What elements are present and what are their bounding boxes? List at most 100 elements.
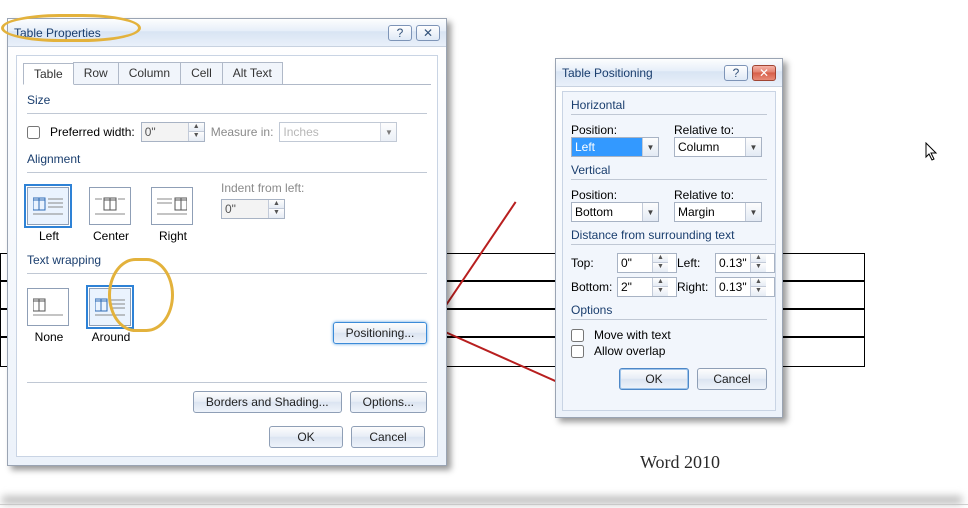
h-relative-value[interactable] <box>675 138 745 156</box>
spin-down-icon[interactable]: ▼ <box>269 209 284 218</box>
options-group-label: Options <box>571 303 767 317</box>
spin-down-icon[interactable]: ▼ <box>653 287 668 296</box>
chevron-down-icon[interactable]: ▼ <box>745 138 761 156</box>
caption: Word 2010 <box>640 452 720 473</box>
tab-row[interactable]: Row <box>73 62 119 84</box>
dialog-title: Table Positioning <box>562 66 720 80</box>
h-relative-label: Relative to: <box>674 123 767 137</box>
spin-up-icon[interactable]: ▲ <box>653 278 668 287</box>
horizontal-group-label: Horizontal <box>571 98 767 112</box>
tab-cell[interactable]: Cell <box>180 62 223 84</box>
titlebar[interactable]: Table Positioning ? ✕ <box>556 59 782 87</box>
dist-right-spinner[interactable]: ▲▼ <box>715 277 775 297</box>
alignment-left[interactable]: Left <box>27 187 71 243</box>
page-shadow <box>2 496 962 504</box>
spin-up-icon[interactable]: ▲ <box>653 254 668 263</box>
distance-group-label: Distance from surrounding text <box>571 228 767 242</box>
h-position-value[interactable] <box>572 138 642 156</box>
v-position-label: Position: <box>571 188 664 202</box>
alignment-group-label: Alignment <box>27 152 427 166</box>
dist-left-input[interactable] <box>716 254 750 272</box>
chevron-down-icon[interactable]: ▼ <box>642 138 658 156</box>
chevron-down-icon[interactable]: ▼ <box>745 203 761 221</box>
dialog-title: Table Properties <box>14 26 384 40</box>
alignment-right-label: Right <box>151 229 195 243</box>
dist-top-spinner[interactable]: ▲▼ <box>617 253 677 273</box>
alignment-left-label: Left <box>27 229 71 243</box>
text-wrapping-group: None Around Positioning... <box>27 273 427 344</box>
v-relative-label: Relative to: <box>674 188 767 202</box>
help-button[interactable]: ? <box>388 25 412 41</box>
wrap-none-label: None <box>27 330 71 344</box>
size-group-label: Size <box>27 93 427 107</box>
table-positioning-dialog: Table Positioning ? ✕ Horizontal Positio… <box>555 58 783 418</box>
spin-up-icon[interactable]: ▲ <box>751 254 766 263</box>
measure-in-value[interactable] <box>280 123 380 141</box>
alignment-center[interactable]: Center <box>89 187 133 243</box>
vertical-group: Position: ▼ Relative to: ▼ <box>571 179 767 222</box>
chevron-down-icon[interactable]: ▼ <box>642 203 658 221</box>
text-wrapping-group-label: Text wrapping <box>27 253 427 267</box>
dist-top-input[interactable] <box>618 254 652 272</box>
alignment-right[interactable]: Right <box>151 187 195 243</box>
preferred-width-label: Preferred width: <box>50 125 135 139</box>
v-relative-combo[interactable]: ▼ <box>674 202 762 222</box>
cancel-button[interactable]: Cancel <box>351 426 425 448</box>
preferred-width-checkbox[interactable] <box>27 126 40 139</box>
close-button[interactable]: ✕ <box>416 25 440 41</box>
borders-shading-button[interactable]: Borders and Shading... <box>193 391 342 413</box>
alignment-group: Left Center Right Indent from left: <box>27 172 427 243</box>
dist-top-label: Top: <box>571 256 617 270</box>
close-button[interactable]: ✕ <box>752 65 776 81</box>
dist-bottom-input[interactable] <box>618 278 652 296</box>
allow-overlap-checkbox[interactable] <box>571 345 584 358</box>
h-position-combo[interactable]: ▼ <box>571 137 659 157</box>
options-button[interactable]: Options... <box>350 391 427 413</box>
spin-down-icon[interactable]: ▼ <box>751 287 766 296</box>
chevron-down-icon[interactable]: ▼ <box>380 123 396 141</box>
preferred-width-spinner[interactable]: ▲▼ <box>141 122 205 142</box>
tab-table[interactable]: Table <box>23 63 74 85</box>
cancel-button[interactable]: Cancel <box>697 368 767 390</box>
indent-from-left-label: Indent from left: <box>221 181 304 195</box>
positioning-button[interactable]: Positioning... <box>333 322 427 344</box>
tab-column[interactable]: Column <box>118 62 181 84</box>
indent-from-left-spinner[interactable]: ▲▼ <box>221 199 285 219</box>
table-properties-dialog: Table Properties ? ✕ Table Row Column Ce… <box>7 18 447 466</box>
h-position-label: Position: <box>571 123 664 137</box>
horizontal-group: Position: ▼ Relative to: ▼ <box>571 114 767 157</box>
wrap-around-label: Around <box>89 330 133 344</box>
measure-in-label: Measure in: <box>211 125 274 139</box>
spin-up-icon[interactable]: ▲ <box>269 200 284 209</box>
v-position-value[interactable] <box>572 203 642 221</box>
wrap-none[interactable]: None <box>27 288 71 344</box>
vertical-group-label: Vertical <box>571 163 767 177</box>
spin-down-icon[interactable]: ▼ <box>189 132 204 141</box>
preferred-width-input[interactable] <box>142 123 188 141</box>
titlebar[interactable]: Table Properties ? ✕ <box>8 19 446 47</box>
tab-alt-text[interactable]: Alt Text <box>222 62 283 84</box>
v-relative-value[interactable] <box>675 203 745 221</box>
allow-overlap-label: Allow overlap <box>594 344 665 358</box>
tabstrip: Table Row Column Cell Alt Text <box>23 62 431 85</box>
help-button[interactable]: ? <box>724 65 748 81</box>
spin-down-icon[interactable]: ▼ <box>751 263 766 272</box>
h-relative-combo[interactable]: ▼ <box>674 137 762 157</box>
ok-button[interactable]: OK <box>269 426 343 448</box>
move-with-text-checkbox[interactable] <box>571 329 584 342</box>
ok-button[interactable]: OK <box>619 368 689 390</box>
spin-up-icon[interactable]: ▲ <box>751 278 766 287</box>
wrap-around[interactable]: Around <box>89 288 133 344</box>
dist-bottom-spinner[interactable]: ▲▼ <box>617 277 677 297</box>
v-position-combo[interactable]: ▼ <box>571 202 659 222</box>
dist-left-spinner[interactable]: ▲▼ <box>715 253 775 273</box>
spin-up-icon[interactable]: ▲ <box>189 123 204 132</box>
measure-in-combo[interactable]: ▼ <box>279 122 397 142</box>
spin-down-icon[interactable]: ▼ <box>653 263 668 272</box>
indent-from-left-input[interactable] <box>222 200 268 218</box>
dialog-body: Table Row Column Cell Alt Text Size Pref… <box>16 55 438 457</box>
options-group: Move with text Allow overlap <box>571 319 767 358</box>
distance-group: Top: ▲▼ Left: ▲▼ Bottom: ▲▼ Right: ▲▼ <box>571 244 775 297</box>
dist-right-input[interactable] <box>716 278 750 296</box>
dist-bottom-label: Bottom: <box>571 280 617 294</box>
